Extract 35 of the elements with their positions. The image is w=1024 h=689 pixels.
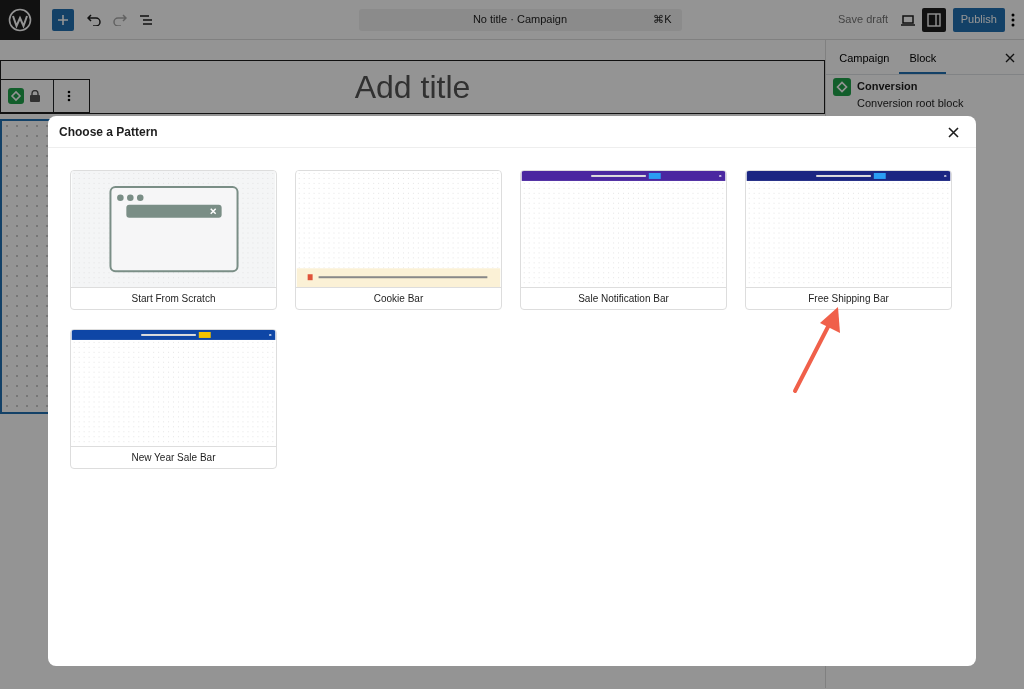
pattern-card[interactable]: New Year Sale Bar [70, 329, 277, 469]
pattern-card[interactable]: Sale Notification Bar [520, 170, 727, 310]
redo-icon [112, 14, 127, 27]
laptop-icon [900, 14, 917, 27]
undo-icon [86, 14, 101, 27]
close-icon [948, 126, 959, 138]
conversion-block-icon [832, 78, 851, 97]
shortcut-hint: ⌘K [653, 12, 672, 28]
pattern-label: Sale Notification Bar [521, 287, 726, 309]
sidebar-tab[interactable]: Block [899, 44, 947, 74]
wordpress-logo[interactable] [8, 7, 32, 32]
pattern-card[interactable]: Cookie Bar [295, 170, 502, 310]
lock-icon[interactable] [30, 89, 40, 102]
pattern-card[interactable]: Start From Scratch [70, 170, 277, 310]
more-icon [1010, 13, 1015, 28]
more-icon[interactable] [67, 89, 71, 102]
pattern-label: Cookie Bar [296, 287, 501, 309]
pattern-label: Start From Scratch [71, 287, 276, 309]
publish-button[interactable]: Publish [952, 7, 1005, 32]
add-block-button[interactable] [52, 8, 74, 31]
close-icon [1004, 52, 1015, 63]
document-title: No title · Campaign [472, 12, 568, 28]
list-icon [138, 14, 153, 27]
settings-toggle-button[interactable] [922, 7, 947, 32]
conversion-block-icon[interactable] [7, 87, 24, 104]
command-bar[interactable]: No title · Campaign ⌘K [358, 8, 682, 31]
pattern-label: New Year Sale Bar [71, 446, 276, 468]
pattern-label: Free Shipping Bar [746, 287, 951, 309]
sidebar-tab[interactable]: Campaign [829, 44, 900, 74]
plus-icon [57, 13, 69, 26]
pattern-card[interactable]: Free Shipping Bar [745, 170, 952, 310]
modal-title: Choose a Pattern [59, 123, 158, 141]
block-name: Conversion [857, 79, 919, 95]
sidebar-icon [927, 12, 942, 27]
block-description: Conversion root block [857, 95, 964, 111]
